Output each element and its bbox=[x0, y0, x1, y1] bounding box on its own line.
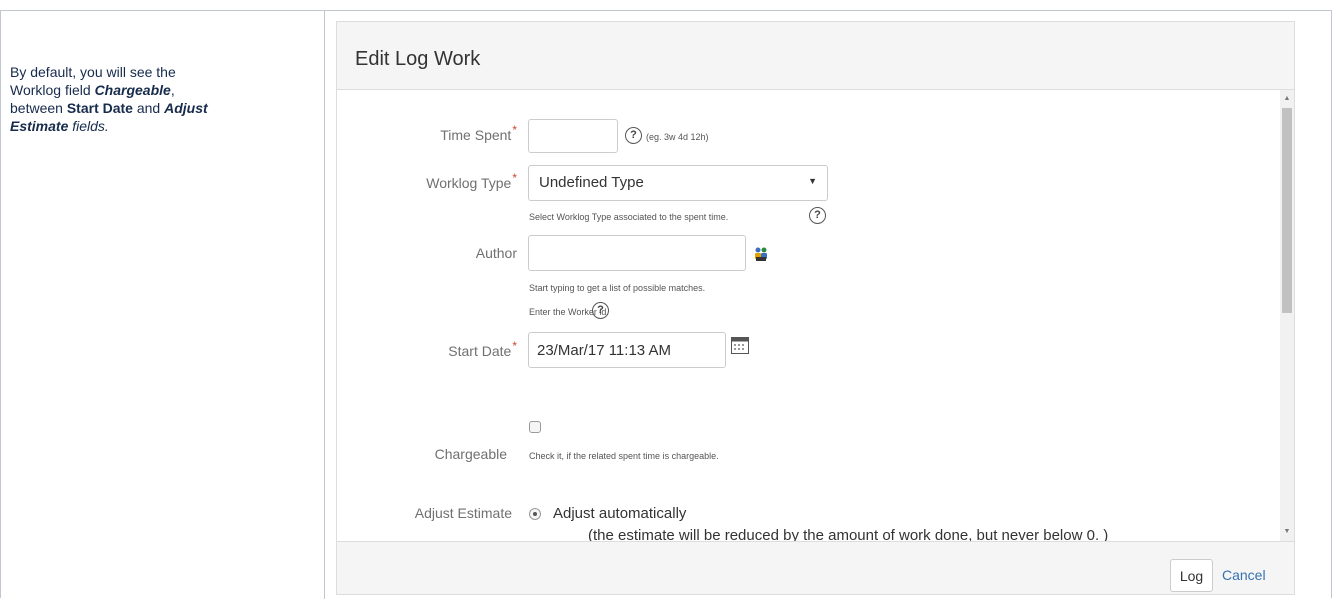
calendar-icon[interactable] bbox=[731, 337, 749, 354]
worklog-type-label: Worklog Type* bbox=[426, 171, 517, 191]
chevron-down-icon: ▼ bbox=[808, 176, 817, 186]
author-hint: Start typing to get a list of possible m… bbox=[529, 283, 706, 293]
chargeable-hint: Check it, if the related spent time is c… bbox=[529, 451, 719, 461]
worklog-type-hint: Select Worklog Type associated to the sp… bbox=[529, 212, 729, 222]
start-date-emphasis: Start Date bbox=[66, 100, 133, 116]
required-marker: * bbox=[512, 171, 517, 185]
help-icon[interactable]: ? bbox=[809, 207, 826, 224]
estimate-emphasis: Estimate bbox=[10, 118, 69, 134]
scroll-up-arrow-icon[interactable]: ▲ bbox=[1280, 92, 1294, 106]
time-spent-input[interactable] bbox=[528, 119, 618, 153]
dialog-body: Time Spent* ? (eg. 3w 4d 12h) Worklog Ty… bbox=[337, 90, 1294, 541]
scroll-down-arrow-icon[interactable]: ▼ bbox=[1280, 525, 1294, 539]
required-marker: * bbox=[512, 123, 517, 137]
dialog-header: Edit Log Work bbox=[337, 22, 1294, 90]
worklog-type-select[interactable]: Undefined Type ▼ bbox=[528, 165, 828, 201]
description-text: By default, you will see the bbox=[10, 64, 176, 80]
adjust-automatically-note: (the estimate will be reduced by the amo… bbox=[588, 527, 1109, 541]
scrollbar[interactable]: ▲ ▼ bbox=[1280, 90, 1294, 541]
user-picker-icon[interactable] bbox=[753, 246, 769, 262]
worklog-type-selected: Undefined Type bbox=[539, 174, 644, 191]
help-icon[interactable]: ? bbox=[625, 127, 642, 144]
description-cell: By default, you will see the Worklog fie… bbox=[10, 64, 208, 134]
author-label: Author bbox=[475, 245, 517, 261]
adjust-estimate-label: Adjust Estimate bbox=[414, 505, 512, 521]
chargeable-emphasis: Chargeable bbox=[94, 82, 171, 98]
adjust-automatically-radio[interactable] bbox=[529, 508, 541, 520]
author-input[interactable] bbox=[528, 235, 746, 271]
cancel-link[interactable]: Cancel bbox=[1222, 567, 1266, 583]
start-date-input[interactable] bbox=[528, 332, 726, 368]
adjust-emphasis: Adjust bbox=[164, 100, 208, 116]
table-column-divider bbox=[324, 11, 325, 599]
chargeable-checkbox[interactable] bbox=[529, 421, 541, 433]
edit-log-work-dialog: Edit Log Work Time Spent* ? (eg. 3w 4d 1… bbox=[336, 21, 1295, 595]
adjust-automatically-label: Adjust automatically bbox=[553, 505, 687, 522]
chargeable-label: Chargeable bbox=[434, 446, 507, 462]
time-spent-label: Time Spent* bbox=[440, 123, 517, 143]
start-date-label: Start Date* bbox=[448, 339, 517, 359]
time-spent-hint: (eg. 3w 4d 12h) bbox=[646, 132, 709, 142]
scroll-thumb[interactable] bbox=[1282, 108, 1292, 313]
log-button[interactable]: Log bbox=[1170, 559, 1213, 592]
help-icon[interactable]: ? bbox=[592, 302, 609, 319]
dialog-footer: Log Cancel bbox=[337, 541, 1294, 594]
dialog-title: Edit Log Work bbox=[355, 48, 481, 70]
required-marker: * bbox=[512, 339, 517, 353]
